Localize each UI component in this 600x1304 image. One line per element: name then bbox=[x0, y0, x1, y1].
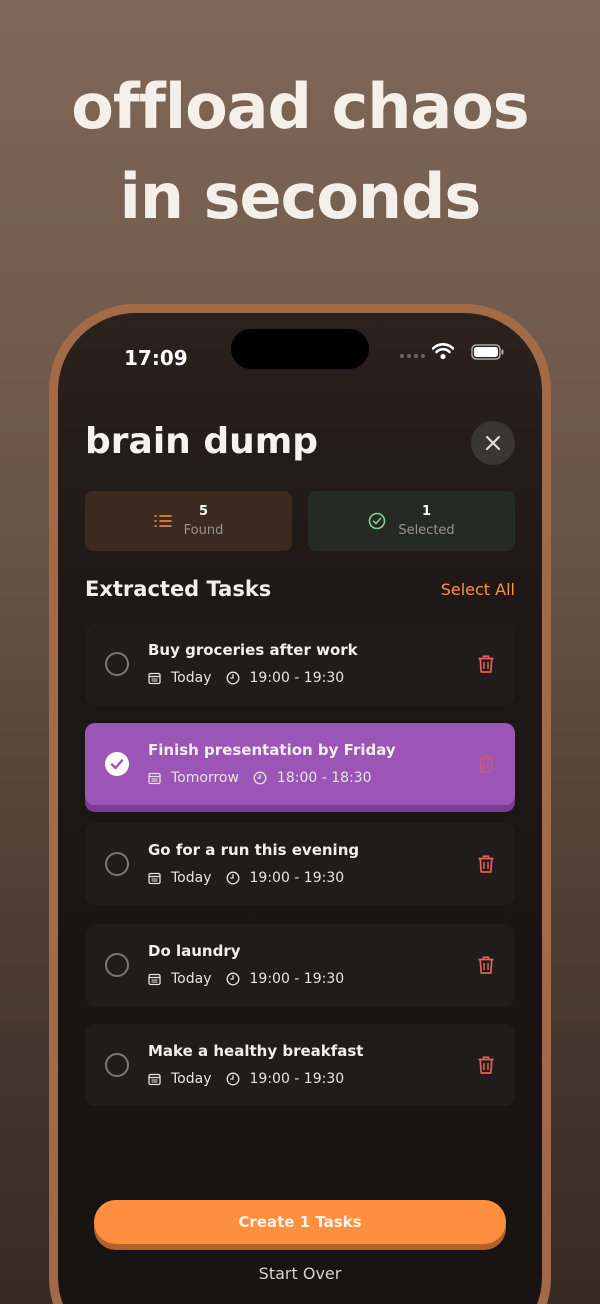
promo-line-1: offload chaos bbox=[71, 70, 529, 143]
start-over-button[interactable]: Start Over bbox=[58, 1264, 542, 1283]
task-meta: Today 19:00 - 19:30 bbox=[148, 870, 344, 886]
calendar-icon bbox=[148, 973, 161, 986]
task-meta: Tomorrow 18:00 - 18:30 bbox=[148, 770, 372, 786]
found-label: Found bbox=[183, 523, 224, 538]
battery-icon bbox=[471, 344, 505, 364]
wifi-icon bbox=[431, 342, 455, 364]
task-date: Today bbox=[171, 1071, 212, 1087]
task-time: 19:00 - 19:30 bbox=[249, 1071, 345, 1087]
task-checkbox[interactable] bbox=[105, 652, 129, 676]
task-row[interactable]: Do laundry Today 19:00 - 19:30 bbox=[85, 924, 515, 1006]
task-title: Buy groceries after work bbox=[148, 641, 358, 659]
task-row[interactable]: Make a healthy breakfast Today 19:00 - 19:… bbox=[85, 1024, 515, 1106]
signal-icon bbox=[400, 354, 425, 358]
close-button[interactable] bbox=[471, 421, 515, 465]
clock-icon bbox=[226, 972, 240, 986]
task-checkbox[interactable] bbox=[105, 852, 129, 876]
trash-icon[interactable] bbox=[477, 754, 495, 778]
task-row[interactable]: Buy groceries after work Today 19:00 - 19:… bbox=[85, 623, 515, 705]
trash-icon[interactable] bbox=[477, 1055, 495, 1079]
selected-stat: 1 Selected bbox=[308, 491, 515, 551]
task-meta: Today 19:00 - 19:30 bbox=[148, 971, 344, 987]
task-date: Today bbox=[171, 670, 212, 686]
clock-icon bbox=[226, 671, 240, 685]
task-time: 19:00 - 19:30 bbox=[249, 971, 345, 987]
select-all-button[interactable]: Select All bbox=[441, 580, 515, 599]
calendar-icon bbox=[148, 672, 161, 685]
calendar-icon bbox=[148, 1073, 161, 1086]
calendar-icon bbox=[148, 872, 161, 885]
trash-icon[interactable] bbox=[477, 955, 495, 979]
clock-icon bbox=[226, 871, 240, 885]
task-title: Do laundry bbox=[148, 942, 241, 960]
task-title: Go for a run this evening bbox=[148, 841, 360, 859]
found-stat: 5 Found bbox=[85, 491, 292, 551]
task-title: Make a healthy breakfast bbox=[148, 1042, 364, 1060]
section-title: Extracted Tasks bbox=[85, 577, 272, 601]
task-row[interactable]: Finish presentation by Friday Tomorrow 18:… bbox=[85, 723, 515, 805]
task-time: 19:00 - 19:30 bbox=[249, 870, 345, 886]
promo-headline: offload chaos in seconds bbox=[0, 62, 600, 242]
task-meta: Today 19:00 - 19:30 bbox=[148, 1071, 344, 1087]
found-count: 5 bbox=[198, 504, 209, 519]
promo-line-2: in seconds bbox=[119, 160, 482, 233]
clock-icon bbox=[253, 771, 267, 785]
task-date: Today bbox=[171, 971, 212, 987]
task-checkbox[interactable] bbox=[105, 953, 129, 977]
task-checkbox[interactable] bbox=[105, 752, 129, 776]
page-title: brain dump bbox=[85, 421, 318, 462]
app-screen: 17:09 brain dump 5 Found 1 Selected Extr… bbox=[58, 313, 542, 1304]
clock-icon bbox=[226, 1072, 240, 1086]
task-date: Tomorrow bbox=[171, 770, 239, 786]
task-checkbox[interactable] bbox=[105, 1053, 129, 1077]
calendar-icon bbox=[148, 772, 161, 785]
task-row[interactable]: Go for a run this evening Today 19:00 - 19… bbox=[85, 823, 515, 905]
task-date: Today bbox=[171, 870, 212, 886]
dynamic-island bbox=[231, 329, 369, 369]
list-icon bbox=[153, 515, 172, 527]
task-meta: Today 19:00 - 19:30 bbox=[148, 670, 344, 686]
trash-icon[interactable] bbox=[477, 654, 495, 678]
close-icon bbox=[486, 436, 500, 450]
phone-frame: 17:09 brain dump 5 Found 1 Selected Extr… bbox=[49, 304, 551, 1304]
task-time: 18:00 - 18:30 bbox=[276, 770, 372, 786]
task-title: Finish presentation by Friday bbox=[148, 741, 396, 759]
create-tasks-button[interactable]: Create 1 Tasks bbox=[94, 1200, 506, 1244]
task-time: 19:00 - 19:30 bbox=[249, 670, 345, 686]
check-circle-icon bbox=[369, 512, 386, 530]
selected-count: 1 bbox=[421, 504, 432, 519]
status-time: 17:09 bbox=[124, 346, 188, 370]
selected-label: Selected bbox=[398, 523, 455, 538]
trash-icon[interactable] bbox=[477, 854, 495, 878]
